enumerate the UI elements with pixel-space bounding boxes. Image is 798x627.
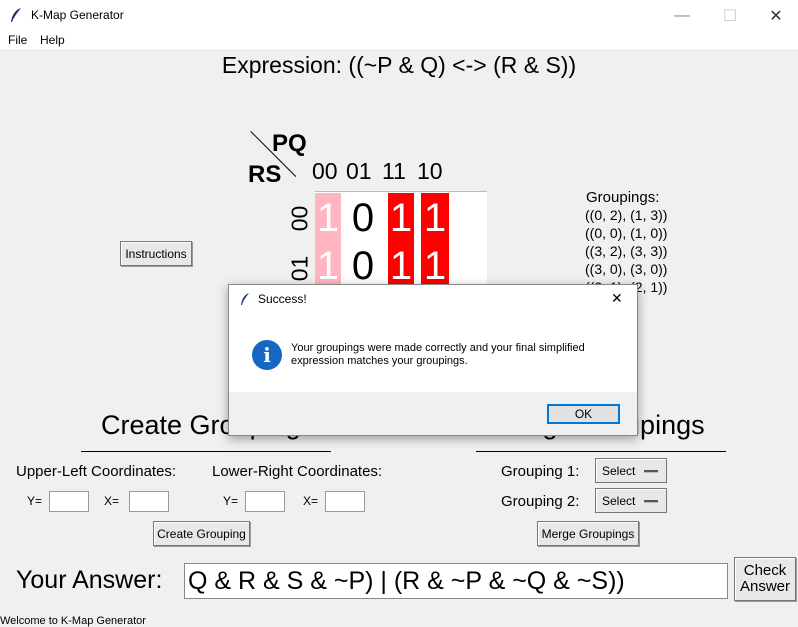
grouping-item: ((0, 2), (1, 3)) <box>585 207 668 223</box>
kmap-row-variable: RS <box>248 161 282 188</box>
kmap-row-header: 00 <box>286 205 313 232</box>
grouping1-select[interactable]: Select <box>595 458 667 483</box>
lower-right-y-input[interactable] <box>245 491 285 512</box>
feather-icon <box>241 293 249 305</box>
groupings-title: Groupings: <box>586 189 660 206</box>
lower-right-x-label: X= <box>303 494 319 508</box>
kmap-col-header: 10 <box>417 158 443 184</box>
merge-groupings-button[interactable]: Merge Groupings <box>537 521 639 546</box>
lower-right-x-input[interactable] <box>325 491 365 512</box>
ok-button[interactable]: OK <box>547 404 620 424</box>
main-window: K-Map Generator — ☐ ✕ File Help Expressi… <box>0 0 798 627</box>
expression-heading: Expression: ((~P & Q) <-> (R & S)) <box>221 52 577 78</box>
grouping-item: ((3, 2), (3, 3)) <box>585 243 668 259</box>
grouping-item: ((3, 0), (3, 0)) <box>585 261 668 277</box>
create-grouping-button[interactable]: Create Grouping <box>153 521 250 546</box>
grouping1-select-value: Select <box>602 463 636 478</box>
create-grouping-divider <box>81 451 331 452</box>
answer-label: Your Answer: <box>16 566 163 594</box>
kmap-col-header: 11 <box>382 158 406 184</box>
lower-right-y-label: Y= <box>223 494 239 508</box>
menu-file[interactable]: File <box>8 33 27 47</box>
dialog-title: Success! <box>258 292 307 306</box>
answer-input[interactable]: Q & R & S & ~P) | (R & ~P & ~Q & ~S)) <box>184 563 728 599</box>
kmap-row-header: 01 <box>286 255 313 282</box>
kmap-cell[interactable]: 1 <box>421 193 449 243</box>
upper-left-x-label: X= <box>104 494 120 508</box>
dropdown-indicator-icon <box>644 470 658 473</box>
upper-left-label: Upper-Left Coordinates: <box>16 463 177 480</box>
success-dialog: Success! ✕ i Your groupings were made co… <box>228 284 638 436</box>
lower-right-label: Lower-Right Coordinates: <box>212 463 383 480</box>
minimize-button[interactable]: — <box>659 0 705 31</box>
kmap-col-header: 00 <box>312 158 338 184</box>
grouping-item: ((0, 0), (1, 0)) <box>585 225 668 241</box>
upper-left-y-label: Y= <box>27 494 43 508</box>
kmap-cell[interactable]: 0 <box>350 193 376 243</box>
menu-bar <box>0 31 798 51</box>
menu-help[interactable]: Help <box>40 33 65 47</box>
grouping1-label: Grouping 1: <box>501 463 580 480</box>
grouping2-label: Grouping 2: <box>501 493 580 510</box>
kmap-column-variable: PQ <box>272 130 307 157</box>
feather-icon <box>11 8 21 22</box>
grouping2-select-value: Select <box>602 493 636 508</box>
dialog-message: Your groupings were made correctly and y… <box>291 342 585 367</box>
check-answer-button[interactable]: Check Answer <box>734 557 796 601</box>
maximize-button[interactable]: ☐ <box>707 0 753 31</box>
dropdown-indicator-icon <box>644 500 658 503</box>
window-title: K-Map Generator <box>31 8 124 22</box>
status-bar-text: Welcome to K-Map Generator <box>0 615 146 627</box>
merge-groupings-divider <box>476 451 726 452</box>
close-button[interactable]: ✕ <box>753 0 798 31</box>
upper-left-y-input[interactable] <box>49 491 89 512</box>
upper-left-x-input[interactable] <box>129 491 169 512</box>
info-icon: i <box>252 340 282 370</box>
kmap-col-header: 01 <box>346 158 372 184</box>
grouping2-select[interactable]: Select <box>595 488 667 513</box>
kmap-cell[interactable]: 1 <box>315 193 341 243</box>
kmap-cell[interactable]: 1 <box>388 193 414 243</box>
dialog-close-button[interactable]: ✕ <box>611 290 623 307</box>
instructions-button[interactable]: Instructions <box>120 241 192 266</box>
